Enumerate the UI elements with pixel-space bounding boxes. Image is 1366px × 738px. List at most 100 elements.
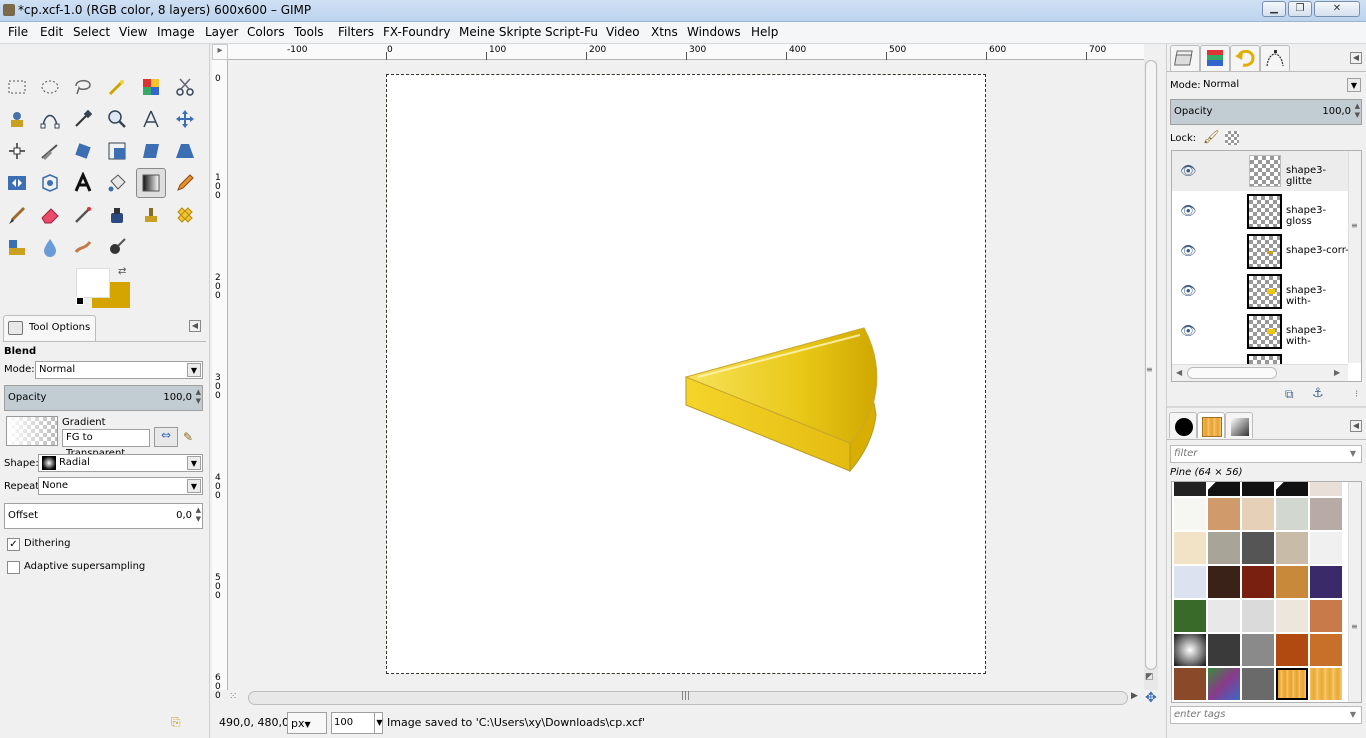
layer-row[interactable]: 👁 shape3-glitte bbox=[1172, 151, 1350, 191]
pattern-swatch[interactable] bbox=[1174, 532, 1206, 564]
tab-undo-history[interactable] bbox=[1230, 45, 1260, 71]
configure-tab-icon[interactable]: ◀ bbox=[189, 320, 201, 332]
navigate-icon[interactable]: ⁙ bbox=[229, 691, 239, 705]
pattern-swatch[interactable] bbox=[1276, 532, 1308, 564]
dodge-burn-icon[interactable] bbox=[102, 232, 132, 262]
text-icon[interactable] bbox=[68, 168, 98, 198]
pattern-swatch[interactable] bbox=[1310, 532, 1342, 564]
menu-meine-skripte[interactable]: Meine Skripte bbox=[459, 25, 541, 39]
tool-options-tab[interactable]: Tool Options bbox=[3, 315, 96, 341]
pattern-swatch[interactable] bbox=[1310, 668, 1342, 700]
menu-windows[interactable]: Windows bbox=[687, 25, 741, 39]
unit-select[interactable]: px▼ bbox=[287, 712, 327, 734]
default-colors-icon[interactable] bbox=[76, 297, 84, 305]
vertical-ruler[interactable]: 0 100 200 300 400 500 600 bbox=[212, 60, 228, 701]
menu-help[interactable]: Help bbox=[751, 25, 778, 39]
menu-image[interactable]: Image bbox=[157, 25, 195, 39]
scroll-right-icon[interactable]: ▶ bbox=[1334, 368, 1340, 377]
foreground-color-swatch[interactable] bbox=[76, 268, 110, 298]
scroll-right-icon[interactable]: ▶ bbox=[1131, 691, 1138, 701]
eye-icon[interactable]: 👁 bbox=[1180, 204, 1197, 219]
pattern-swatch[interactable] bbox=[1174, 498, 1206, 530]
tab-paths[interactable] bbox=[1260, 45, 1290, 71]
tab-channels[interactable] bbox=[1200, 45, 1230, 71]
foreground-select-icon[interactable] bbox=[2, 104, 32, 134]
align-icon[interactable] bbox=[2, 136, 32, 166]
flip-icon[interactable] bbox=[2, 168, 32, 198]
blur-icon[interactable] bbox=[35, 232, 65, 262]
offset-slider[interactable]: Offset 0,0 ▲ ▼ bbox=[4, 503, 203, 529]
gradient-name-field[interactable]: FG to Transparent bbox=[62, 429, 150, 459]
chevron-down-icon[interactable]: ▼ bbox=[374, 713, 384, 733]
bucket-fill-icon[interactable] bbox=[102, 168, 132, 198]
tab-gradients[interactable] bbox=[1225, 412, 1253, 438]
measure-icon[interactable] bbox=[136, 104, 166, 134]
pattern-filter-input[interactable]: filter ▼ bbox=[1170, 445, 1362, 463]
scale-icon[interactable] bbox=[102, 136, 132, 166]
pattern-swatch[interactable] bbox=[1276, 482, 1308, 496]
pattern-swatch[interactable] bbox=[1276, 600, 1308, 632]
quick-mask-corner[interactable]: ▸ bbox=[212, 44, 228, 60]
pattern-swatch[interactable] bbox=[1242, 566, 1274, 598]
pattern-swatch[interactable] bbox=[1310, 498, 1342, 530]
adaptive-supersampling-checkbox[interactable] bbox=[7, 561, 20, 574]
duplicate-layer-icon[interactable]: ⧉ bbox=[1285, 387, 1294, 402]
lasso-icon[interactable] bbox=[68, 72, 98, 102]
shear-icon[interactable] bbox=[136, 136, 166, 166]
pencil-icon[interactable] bbox=[170, 168, 200, 198]
tab-layers[interactable] bbox=[1170, 45, 1200, 71]
pattern-swatch[interactable] bbox=[1208, 498, 1240, 530]
layers-horizontal-scrollbar[interactable]: ◀ ▶ bbox=[1172, 364, 1348, 381]
pattern-swatch[interactable] bbox=[1310, 566, 1342, 598]
menu-view[interactable]: View bbox=[119, 25, 147, 39]
pattern-swatch[interactable] bbox=[1208, 482, 1240, 496]
minimize-button[interactable]: ▁ bbox=[1262, 1, 1286, 17]
pattern-swatch[interactable] bbox=[1208, 532, 1240, 564]
layer-row[interactable]: 👁 shape3-corr- bbox=[1172, 231, 1350, 271]
pattern-swatch[interactable] bbox=[1208, 600, 1240, 632]
pattern-swatch[interactable] bbox=[1242, 498, 1274, 530]
lock-pixels-icon[interactable]: 🖌 bbox=[1203, 130, 1220, 145]
pattern-swatch[interactable] bbox=[1310, 634, 1342, 666]
layer-opacity-slider[interactable]: Opacity 100,0 ▲ ▼ bbox=[1170, 99, 1362, 125]
pattern-swatch[interactable] bbox=[1174, 600, 1206, 632]
patterns-grid[interactable]: ≡ bbox=[1171, 481, 1362, 703]
pattern-swatch[interactable] bbox=[1174, 566, 1206, 598]
menu-edit[interactable]: Edit bbox=[40, 25, 63, 39]
clone-icon[interactable] bbox=[136, 200, 166, 230]
pattern-swatch[interactable] bbox=[1242, 668, 1274, 700]
fuzzy-select-icon[interactable] bbox=[102, 72, 132, 102]
layer-row[interactable]: 👁 shape3-with- bbox=[1172, 311, 1350, 351]
gradient-preview[interactable] bbox=[6, 416, 58, 446]
perspective-icon[interactable] bbox=[170, 136, 200, 166]
zoom-icon[interactable] bbox=[102, 104, 132, 134]
pattern-swatch[interactable] bbox=[1208, 668, 1240, 700]
layer-row[interactable]: 👁 shape3-with- bbox=[1172, 271, 1350, 311]
pattern-swatch[interactable] bbox=[1310, 482, 1342, 496]
menu-xtns[interactable]: Xtns bbox=[651, 25, 678, 39]
lock-alpha-icon[interactable] bbox=[1225, 131, 1239, 145]
zoom-follow-icon[interactable]: ◩ bbox=[1145, 672, 1154, 682]
pattern-tags-input[interactable]: enter tags ▼ bbox=[1170, 706, 1362, 724]
more-icon[interactable]: ⁝ bbox=[1355, 389, 1358, 400]
layers-vertical-scrollbar[interactable]: ≡ bbox=[1348, 151, 1361, 363]
reverse-gradient-button[interactable]: ⇔ bbox=[154, 427, 178, 447]
color-picker-icon[interactable] bbox=[68, 104, 98, 134]
select-by-color-icon[interactable] bbox=[136, 72, 166, 102]
opacity-slider[interactable]: Opacity 100,0 ▲ ▼ bbox=[4, 385, 203, 411]
pattern-swatch[interactable] bbox=[1242, 482, 1274, 496]
close-button[interactable]: ✕ bbox=[1314, 1, 1360, 17]
perspective-clone-icon[interactable] bbox=[2, 232, 32, 262]
layer-row[interactable]: 👁 shape3-gloss bbox=[1172, 191, 1350, 231]
eye-icon[interactable]: 👁 bbox=[1180, 284, 1197, 299]
eye-icon[interactable]: 👁 bbox=[1180, 244, 1197, 259]
image-canvas[interactable] bbox=[386, 74, 986, 674]
restore-options-icon[interactable]: ⎘ bbox=[171, 715, 185, 729]
eye-icon[interactable]: 👁 bbox=[1180, 164, 1197, 179]
horizontal-ruler[interactable]: -100 0 100 200 300 400 500 600 700 bbox=[228, 44, 1144, 60]
menu-fx-foundry[interactable]: FX-Foundry bbox=[383, 25, 451, 39]
swap-colors-icon[interactable]: ⇄ bbox=[118, 266, 130, 278]
menu-colors[interactable]: Colors bbox=[247, 25, 285, 39]
menu-file[interactable]: File bbox=[8, 25, 28, 39]
crop-icon[interactable] bbox=[35, 136, 65, 166]
